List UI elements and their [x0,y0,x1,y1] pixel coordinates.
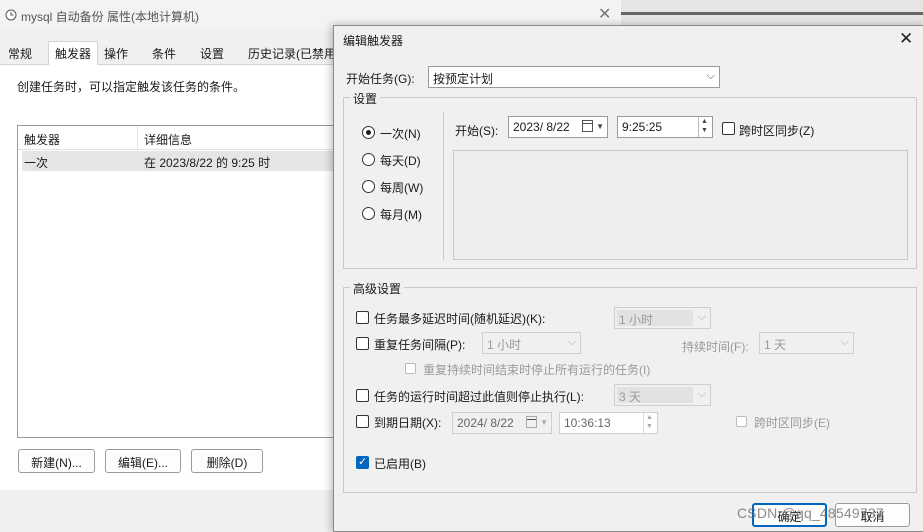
divider [621,12,923,15]
tab-conditions[interactable]: 条件 [152,45,176,62]
expire-label[interactable]: 到期日期(X): [374,414,441,431]
calendar-icon [526,416,537,428]
radio-weekly[interactable] [362,180,375,193]
radio-weekly-label[interactable]: 每周(W) [380,179,423,196]
edit-trigger-button[interactable]: 编辑(E)... [105,449,181,473]
delay-select[interactable]: 1 小时 ⌵ [614,307,711,329]
repeat-checkbox[interactable] [356,337,369,350]
repeat-interval-value: 1 小时 [487,338,522,352]
stop-if-select[interactable]: 3 天 ⌵ [614,384,711,406]
chevron-down-icon: ⌵ [697,311,706,323]
duration-value: 1 天 [764,338,787,352]
expire-sync-label: 跨时区同步(E) [754,416,830,430]
expire-time-value: 10:36:13 [564,416,611,430]
triggers-description: 创建任务时，可以指定触发该任务的条件。 [17,80,246,94]
enabled-label[interactable]: 已启用(B) [374,455,426,472]
tab-triggers[interactable]: 触发器 [48,41,99,65]
stop-if-value: 3 天 [619,390,642,404]
watermark: CSDN @qq_48549737 [737,505,884,521]
expire-checkbox[interactable] [356,415,369,428]
sync-timezone-label[interactable]: 跨时区同步(Z) [739,122,814,139]
column-separator[interactable] [137,126,138,150]
dropdown-arrow-icon: ▼ [540,418,548,427]
background-strip [621,0,923,25]
chevron-down-icon: ⌵ [840,336,849,348]
delay-checkbox[interactable] [356,311,369,324]
delete-trigger-button[interactable]: 删除(D) [191,449,263,473]
duration-select[interactable]: 1 天 ⌵ [759,332,854,354]
radio-once-label[interactable]: 一次(N) [380,125,421,142]
radio-monthly-label[interactable]: 每月(M) [380,206,422,223]
stop-repeat-checkbox[interactable] [405,363,416,374]
start-time-value: 9:25:25 [622,120,663,134]
tab-history[interactable]: 历史记录(已禁用 [248,45,336,62]
recurrence-options-panel [453,150,908,260]
duration-label: 持续时间(F): [682,340,749,354]
stop-repeat-label: 重复持续时间结束时停止所有运行的任务(I) [423,363,651,377]
table-row[interactable]: 一次 在 2023/8/22 的 9:25 时 [22,151,334,171]
row-details: 在 2023/8/22 的 9:25 时 [144,156,271,170]
expire-date-picker[interactable]: 2024/ 8/22 ▼ [452,412,552,434]
clock-icon [5,9,17,21]
start-date-value: 2023/ 8/22 [513,120,570,134]
start-task-label: 开始任务(G): [346,72,415,86]
start-time-spinner[interactable]: 9:25:25 ▲ ▼ [617,116,713,138]
radio-monthly[interactable] [362,207,375,220]
spin-buttons[interactable]: ▲ ▼ [698,117,712,137]
stop-if-label[interactable]: 任务的运行时间超过此值则停止执行(L): [374,388,584,405]
dialog-title: 编辑触发器 [343,34,404,48]
start-task-select[interactable]: 按预定计划 ⌵ [428,66,720,88]
sync-timezone-checkbox[interactable] [722,122,735,135]
expire-sync-checkbox[interactable] [736,416,747,427]
radio-daily[interactable] [362,153,375,166]
list-header: 触发器 详细信息 [18,126,336,150]
delay-label[interactable]: 任务最多延迟时间(随机延迟)(K): [374,310,545,327]
close-icon[interactable]: ✕ [598,4,611,24]
column-header-details[interactable]: 详细信息 [144,131,192,148]
column-header-trigger[interactable]: 触发器 [24,131,60,148]
tab-settings[interactable]: 设置 [200,45,224,62]
radio-once[interactable] [362,126,375,139]
tab-actions[interactable]: 操作 [104,45,128,62]
settings-divider [443,112,444,260]
spin-down-icon[interactable]: ▼ [701,127,708,134]
spin-up-icon[interactable]: ▲ [646,414,653,421]
settings-group-title: 设置 [350,90,381,107]
start-date-picker[interactable]: 2023/ 8/22 ▼ [508,116,608,138]
stop-if-checkbox[interactable] [356,389,369,402]
expire-time-spinner[interactable]: 10:36:13 ▲ ▼ [559,412,658,434]
window-title: mysql 自动备份 属性(本地计算机) [21,10,199,24]
advanced-group-title: 高级设置 [350,280,405,297]
chevron-down-icon: ⌵ [706,70,715,82]
edit-trigger-dialog: 编辑触发器 ✕ 开始任务(G): 按预定计划 ⌵ 设置 一次(N) 每天(D) … [333,25,923,532]
expire-date-value: 2024/ 8/22 [457,416,514,430]
calendar-icon [582,120,593,132]
start-task-value: 按预定计划 [433,72,494,86]
chevron-down-icon: ⌵ [697,388,706,400]
spin-up-icon[interactable]: ▲ [701,118,708,125]
start-label: 开始(S): [455,124,499,138]
spin-buttons[interactable]: ▲ ▼ [643,413,657,433]
chevron-down-icon: ⌵ [567,336,576,348]
radio-daily-label[interactable]: 每天(D) [380,152,421,169]
spin-down-icon[interactable]: ▼ [646,423,653,430]
row-trigger: 一次 [24,156,49,170]
repeat-label[interactable]: 重复任务间隔(P): [374,336,465,353]
enabled-checkbox[interactable] [356,455,369,469]
dropdown-arrow-icon: ▼ [596,122,604,131]
repeat-interval-select[interactable]: 1 小时 ⌵ [482,332,581,354]
triggers-list[interactable]: 触发器 详细信息 一次 在 2023/8/22 的 9:25 时 [17,125,337,438]
delay-value: 1 小时 [619,313,654,327]
tab-general[interactable]: 常规 [8,45,32,62]
close-icon[interactable]: ✕ [899,29,913,49]
new-trigger-button[interactable]: 新建(N)... [18,449,95,473]
